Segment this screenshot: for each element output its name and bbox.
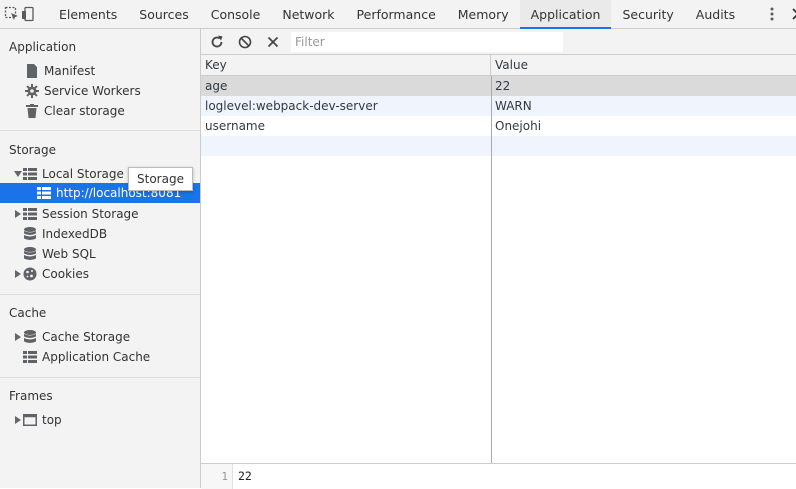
sidebar-item-label: Manifest bbox=[44, 64, 96, 78]
tab-network[interactable]: Network bbox=[271, 0, 345, 28]
sidebar-item-local-storage[interactable]: Local Storage bbox=[13, 164, 124, 184]
storage-table: Key Value age 22 loglevel:webpack-dev-se… bbox=[201, 55, 796, 463]
table-grid-icon bbox=[23, 350, 37, 364]
delete-selected-button[interactable] bbox=[259, 29, 287, 55]
row-value: Onejohi bbox=[495, 119, 542, 133]
storage-toolbar bbox=[201, 29, 796, 55]
sidebar-item-service-workers[interactable]: Service Workers bbox=[25, 81, 141, 101]
collapsed-arrow-icon[interactable] bbox=[13, 416, 22, 424]
tab-elements[interactable]: Elements bbox=[48, 0, 128, 28]
expanded-arrow-icon[interactable] bbox=[13, 170, 22, 178]
filter-input[interactable] bbox=[291, 31, 563, 52]
sidebar-item-label: IndexedDB bbox=[42, 227, 108, 241]
database-icon bbox=[23, 247, 37, 261]
sidebar-item-clear-storage[interactable]: Clear storage bbox=[25, 101, 125, 121]
close-icon[interactable] bbox=[785, 0, 796, 28]
row-key: loglevel:webpack-dev-server bbox=[205, 99, 378, 113]
tab-application[interactable]: Application bbox=[519, 0, 612, 29]
sidebar-item-session-storage[interactable]: Session Storage bbox=[13, 204, 139, 224]
tab-security[interactable]: Security bbox=[611, 0, 684, 28]
table-row[interactable]: age 22 bbox=[201, 76, 796, 96]
sidebar-item-web-sql[interactable]: Web SQL bbox=[23, 244, 96, 264]
section-divider bbox=[0, 294, 200, 295]
refresh-button[interactable] bbox=[203, 29, 231, 55]
row-value: WARN bbox=[495, 99, 532, 113]
tab-audits[interactable]: Audits bbox=[685, 0, 746, 28]
row-key bbox=[201, 136, 491, 156]
sidebar-item-label: Clear storage bbox=[44, 104, 125, 118]
sidebar-item-cache-storage[interactable]: Cache Storage bbox=[13, 327, 130, 347]
gear-icon bbox=[25, 84, 39, 98]
table-grid-icon bbox=[37, 186, 51, 200]
frame-window-icon bbox=[23, 413, 37, 427]
value-preview: 1 22 bbox=[201, 463, 796, 489]
clear-all-button[interactable] bbox=[231, 29, 259, 55]
sidebar-item-label: Application Cache bbox=[42, 350, 151, 364]
column-header-key[interactable]: Key bbox=[201, 55, 491, 75]
section-divider bbox=[0, 130, 200, 131]
line-number: 1 bbox=[201, 463, 233, 489]
tab-console[interactable]: Console bbox=[200, 0, 272, 28]
devtools-tab-bar: Elements Sources Console Network Perform… bbox=[0, 0, 796, 29]
table-grid-icon bbox=[23, 167, 37, 181]
storage-panel: Key Value age 22 loglevel:webpack-dev-se… bbox=[201, 29, 796, 489]
more-options-icon[interactable] bbox=[759, 0, 785, 28]
sidebar-item-label: Cookies bbox=[42, 267, 89, 281]
row-value bbox=[491, 136, 796, 156]
section-title-storage: Storage bbox=[9, 143, 56, 157]
collapsed-arrow-icon[interactable] bbox=[13, 270, 22, 278]
sidebar-item-frame-top[interactable]: top bbox=[13, 410, 62, 430]
inspect-element-icon[interactable] bbox=[4, 0, 20, 28]
section-divider bbox=[0, 377, 200, 378]
device-toolbar-icon[interactable] bbox=[20, 0, 36, 28]
block-icon bbox=[238, 35, 252, 48]
sidebar-item-label: Session Storage bbox=[42, 207, 139, 221]
sidebar-item-cookies[interactable]: Cookies bbox=[13, 264, 89, 284]
collapsed-arrow-icon[interactable] bbox=[13, 210, 22, 218]
sidebar-item-label: Web SQL bbox=[42, 247, 96, 261]
tab-performance[interactable]: Performance bbox=[346, 0, 447, 28]
section-title-application: Application bbox=[9, 40, 77, 54]
column-header-value[interactable]: Value bbox=[491, 55, 796, 75]
preview-value[interactable]: 22 bbox=[233, 469, 252, 483]
sidebar-item-label: top bbox=[42, 413, 62, 427]
table-header: Key Value bbox=[201, 55, 796, 76]
sidebar-item-label: Local Storage bbox=[42, 167, 124, 181]
database-icon bbox=[23, 330, 37, 344]
database-icon bbox=[23, 227, 37, 241]
section-title-cache: Cache bbox=[9, 306, 47, 320]
row-value: 22 bbox=[495, 79, 511, 93]
row-key: age bbox=[205, 79, 228, 93]
table-row-empty[interactable] bbox=[201, 136, 796, 156]
refresh-icon bbox=[211, 35, 223, 47]
row-key: username bbox=[205, 119, 265, 133]
section-title-frames: Frames bbox=[9, 389, 53, 403]
cookie-icon bbox=[23, 267, 37, 281]
sidebar-item-indexeddb[interactable]: IndexedDB bbox=[23, 224, 107, 244]
sidebar-item-manifest[interactable]: Manifest bbox=[25, 61, 95, 81]
table-row[interactable]: username Onejohi bbox=[201, 116, 796, 136]
sidebar-item-application-cache[interactable]: Application Cache bbox=[23, 347, 150, 367]
file-icon bbox=[25, 64, 39, 78]
table-grid-icon bbox=[23, 207, 37, 221]
tab-sources[interactable]: Sources bbox=[128, 0, 199, 28]
table-row[interactable]: loglevel:webpack-dev-server WARN bbox=[201, 96, 796, 116]
column-resizer[interactable] bbox=[491, 76, 492, 463]
trash-icon bbox=[25, 104, 39, 118]
delete-x-icon bbox=[267, 36, 279, 47]
tooltip: Storage bbox=[128, 167, 193, 191]
tab-memory[interactable]: Memory bbox=[447, 0, 520, 28]
collapsed-arrow-icon[interactable] bbox=[13, 333, 22, 341]
application-sidebar: Application Manifest Service Workers Cle… bbox=[0, 29, 201, 488]
sidebar-item-label: Service Workers bbox=[44, 84, 141, 98]
sidebar-item-label: Cache Storage bbox=[42, 330, 131, 344]
